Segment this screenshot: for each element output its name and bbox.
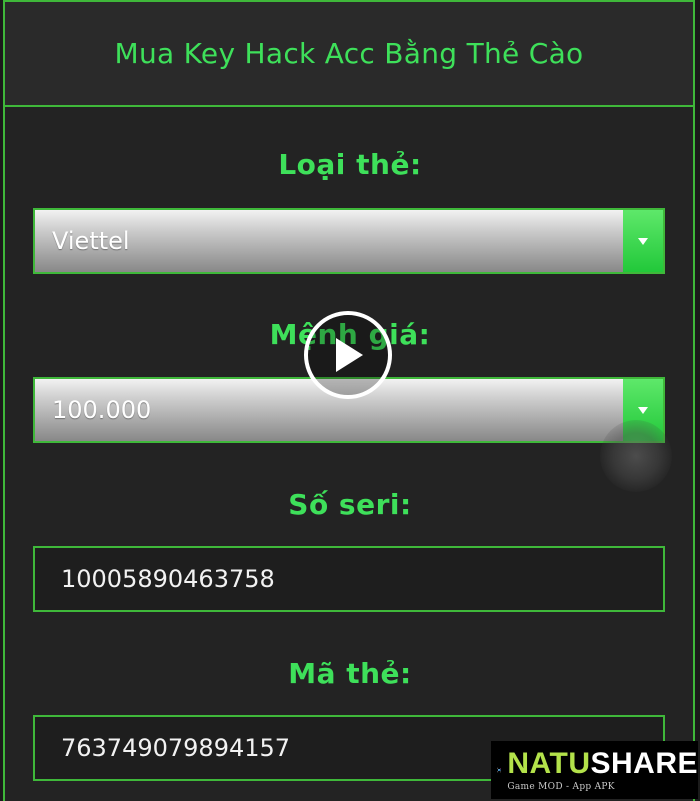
card-type-value: Viettel bbox=[52, 227, 130, 255]
gamepad-logo-icon bbox=[497, 767, 502, 773]
serial-label: Số seri: bbox=[288, 488, 412, 521]
brand-name-natu: NATU bbox=[507, 746, 591, 780]
brand-name: NATUSHARE bbox=[507, 746, 698, 780]
chevron-down-icon bbox=[638, 237, 648, 245]
natushare-watermark: NATUSHARE Game MOD - App APK bbox=[491, 741, 698, 799]
card-type-select[interactable]: Viettel bbox=[33, 208, 665, 274]
serial-value: 10005890463758 bbox=[61, 565, 275, 593]
form-header: Mua Key Hack Acc Bằng Thẻ Cào bbox=[5, 2, 693, 107]
brand-text: NATUSHARE Game MOD - App APK bbox=[507, 746, 698, 792]
brand-tagline: Game MOD - App APK bbox=[507, 781, 615, 792]
serial-input[interactable]: 10005890463758 bbox=[33, 546, 665, 612]
card-type-dropdown-button[interactable] bbox=[623, 210, 663, 272]
touch-indicator bbox=[600, 420, 672, 492]
video-play-button[interactable] bbox=[304, 311, 392, 399]
denomination-value: 100.000 bbox=[52, 396, 152, 424]
card-code-label: Mã thẻ: bbox=[288, 657, 412, 690]
card-type-label: Loại thẻ: bbox=[278, 148, 422, 181]
chevron-down-icon bbox=[638, 406, 648, 414]
form-title: Mua Key Hack Acc Bằng Thẻ Cào bbox=[114, 37, 584, 70]
play-icon bbox=[336, 338, 363, 372]
card-code-value: 763749079894157 bbox=[61, 734, 291, 762]
brand-name-share: SHARE bbox=[590, 746, 698, 780]
